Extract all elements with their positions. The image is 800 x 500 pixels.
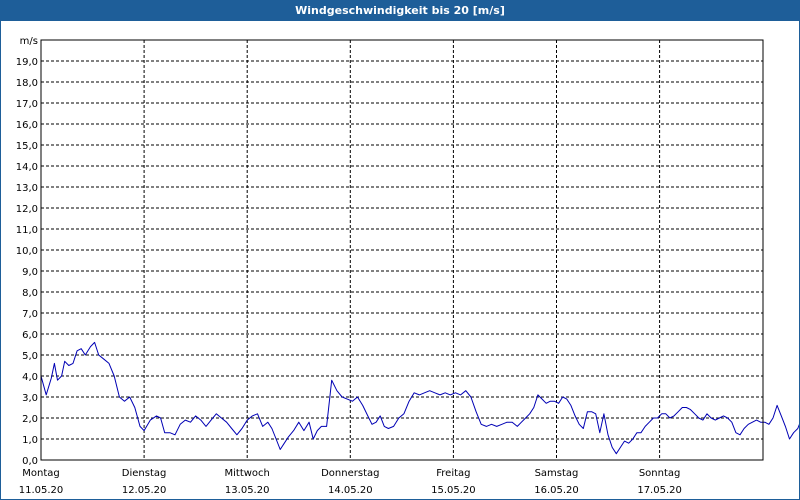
y-tick-label: 15,0 [16, 141, 38, 152]
x-tick-day: Mittwoch [225, 468, 270, 479]
wind-speed-line [40, 341, 799, 455]
x-tick-date: 13.05.20 [225, 485, 270, 496]
y-tick-label: 17,0 [16, 99, 38, 110]
y-tick-label: 2,0 [22, 414, 38, 425]
x-tick-date: 15.05.20 [431, 485, 476, 496]
x-tick-day: Freitag [436, 468, 470, 479]
y-tick-label: 14,0 [16, 162, 38, 173]
y-tick-label: 13,0 [16, 183, 38, 194]
x-tick-day: Montag [22, 468, 59, 479]
y-tick-label: 7,0 [22, 309, 38, 320]
grid-lines [41, 40, 763, 460]
y-tick-label: 4,0 [22, 372, 38, 383]
window-title: Windgeschwindigkeit bis 20 [m/s] [1, 1, 799, 21]
x-tick-date: 17.05.20 [637, 485, 682, 496]
y-tick-label: 16,0 [16, 120, 38, 131]
y-axis-label: m/s [20, 36, 38, 47]
x-tick-day: Dienstag [122, 468, 167, 479]
y-tick-label: 18,0 [16, 78, 38, 89]
x-tick-day: Samstag [535, 468, 579, 479]
x-tick-day: Sonntag [639, 468, 681, 479]
x-tick-date: 12.05.20 [122, 485, 167, 496]
x-tick-labels: Montag 11.05.20 Dienstag 12.05.20 Mittwoch 13… [19, 468, 682, 496]
x-tick-date: 11.05.20 [19, 485, 64, 496]
series-layer [40, 341, 799, 455]
y-tick-label: 9,0 [22, 267, 38, 278]
y-tick-label: 0,0 [22, 456, 38, 467]
y-tick-label: 12,0 [16, 204, 38, 215]
y-tick-label: 11,0 [16, 225, 38, 236]
x-tick-day: Donnerstag [321, 468, 379, 479]
y-tick-label: 3,0 [22, 393, 38, 404]
y-tick-label: 8,0 [22, 288, 38, 299]
y-tick-label: 19,0 [16, 57, 38, 68]
y-tick-label: 10,0 [16, 246, 38, 257]
y-tick-label: 5,0 [22, 351, 38, 362]
x-tick-date: 16.05.20 [534, 485, 579, 496]
y-tick-label: 1,0 [22, 435, 38, 446]
y-tick-label: 6,0 [22, 330, 38, 341]
wind-speed-chart: 0,0 1,0 2,0 3,0 4,0 5,0 6,0 7,0 8,0 9,0 10,0 11,0 12… [16, 36, 799, 496]
x-tick-date: 14.05.20 [328, 485, 373, 496]
y-tick-labels: 0,0 1,0 2,0 3,0 4,0 5,0 6,0 7,0 8,0 9,0 10,0 11,0 12… [16, 57, 38, 467]
chart-window: Windgeschwindigkeit bis 20 [m/s] 0,0 1,0 2… [0, 0, 800, 500]
